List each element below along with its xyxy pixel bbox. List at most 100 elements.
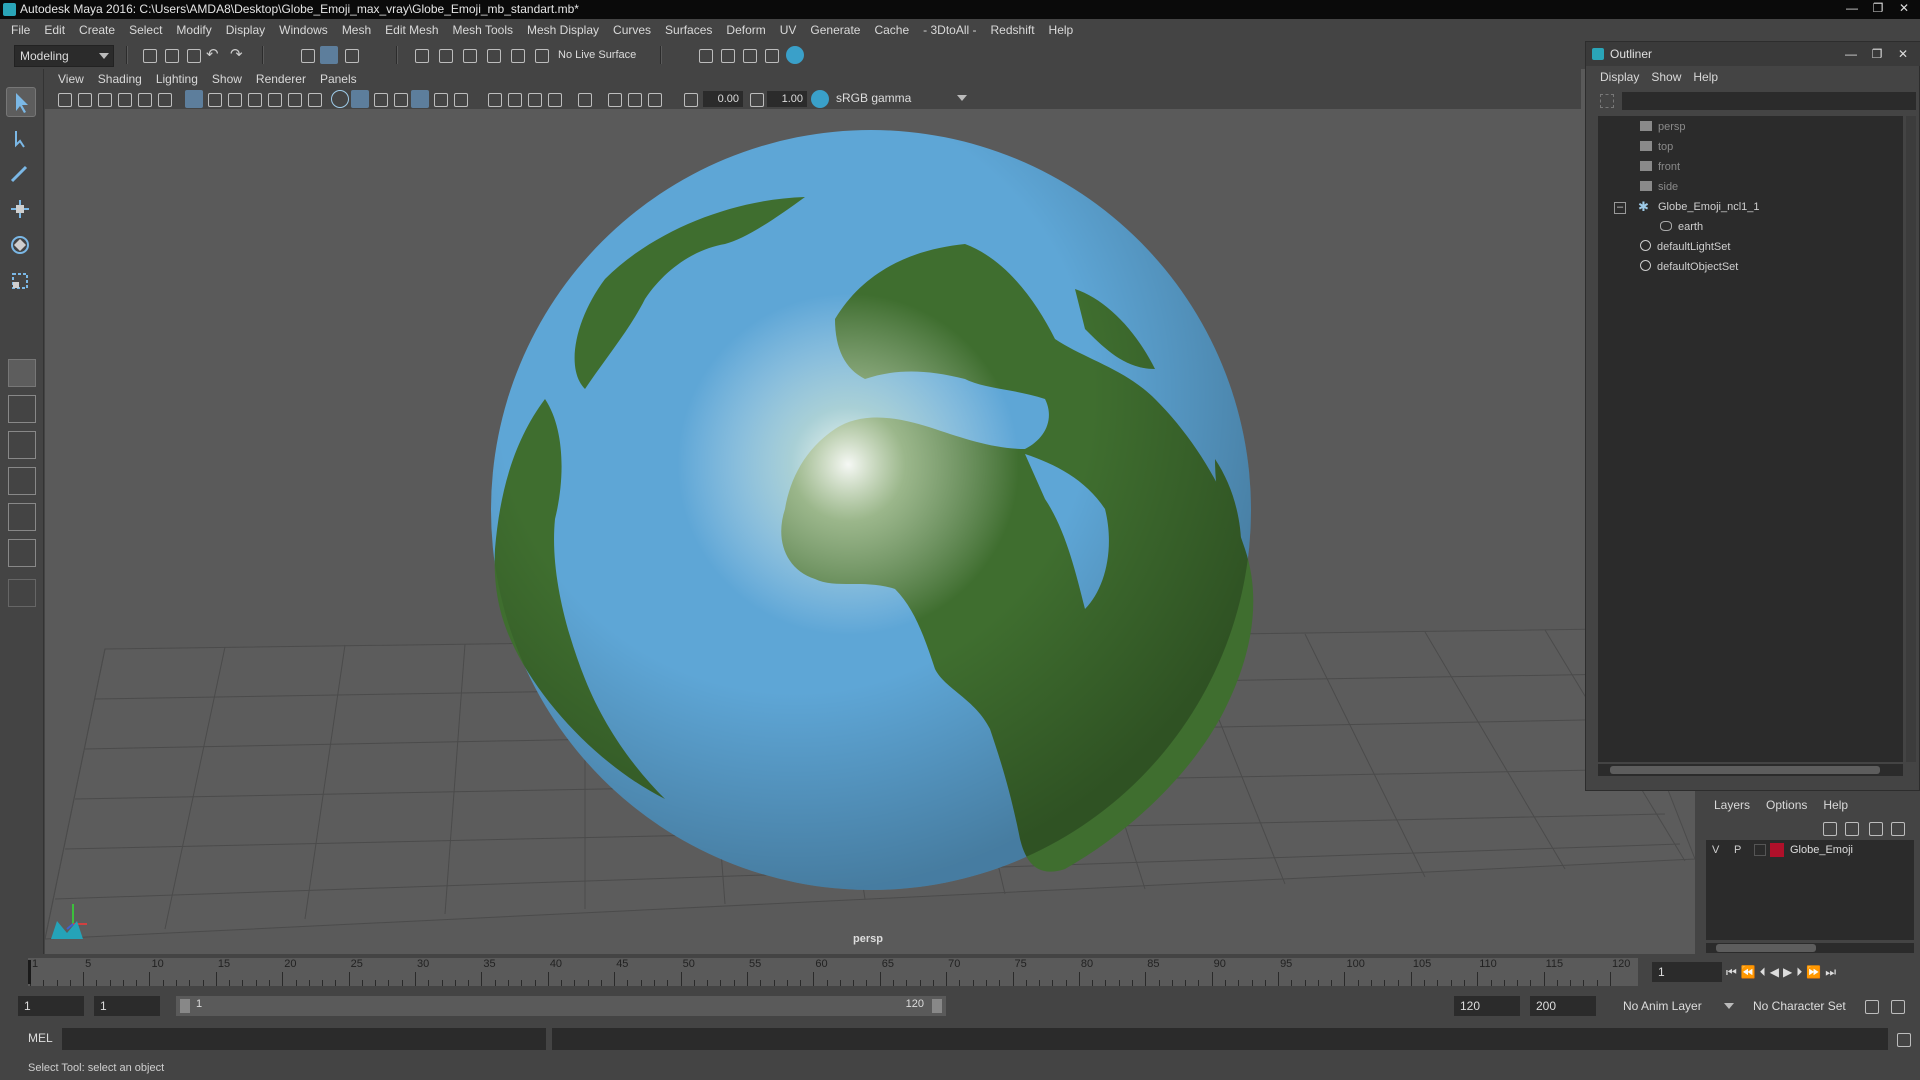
shadows-icon[interactable] — [451, 90, 469, 108]
outliner-item-group[interactable]: – ✱ Globe_Emoji_ncl1_1 — [1614, 198, 1760, 216]
wireframe-icon[interactable] — [331, 90, 349, 108]
camera-attributes-icon[interactable] — [75, 90, 93, 108]
menu-deform[interactable]: Deform — [719, 19, 772, 41]
xray-components-icon[interactable] — [645, 90, 663, 108]
film-gate-icon[interactable] — [205, 90, 223, 108]
undo-icon[interactable]: ↶ — [206, 46, 224, 64]
menu-redshift[interactable]: Redshift — [984, 19, 1042, 41]
outliner-item-top[interactable]: top — [1640, 138, 1673, 156]
outliner-item-defaultlightset[interactable]: defaultLightSet — [1640, 238, 1730, 256]
panel-menu-view[interactable]: View — [51, 72, 91, 86]
current-frame-field[interactable]: 1 — [1652, 962, 1722, 982]
screen-space-ao-icon[interactable] — [485, 90, 503, 108]
ipr-render-icon[interactable] — [740, 46, 758, 64]
menu-select[interactable]: Select — [122, 19, 169, 41]
snap-curve-icon[interactable] — [436, 46, 454, 64]
layer-row[interactable]: V P Globe_Emoji — [1706, 840, 1914, 860]
resolution-gate-icon[interactable] — [225, 90, 243, 108]
exposure-icon[interactable] — [681, 90, 699, 108]
paint-select-icon[interactable] — [6, 159, 36, 189]
grease-pencil-icon[interactable] — [155, 90, 173, 108]
new-empty-layer-icon[interactable] — [1866, 819, 1884, 837]
step-back-frame-icon[interactable]: ⏴ — [1760, 965, 1766, 980]
outliner-item-side[interactable]: side — [1640, 178, 1678, 196]
viewport-persp[interactable] — [44, 69, 1696, 954]
custom-layout-icon[interactable] — [8, 579, 36, 607]
menu-cache[interactable]: Cache — [867, 19, 916, 41]
animation-start-field[interactable]: 1 — [18, 996, 84, 1016]
menu-mesh-tools[interactable]: Mesh Tools — [446, 19, 520, 41]
layers-scroll-thumb[interactable] — [1716, 944, 1816, 952]
outliner-menu-display[interactable]: Display — [1594, 70, 1645, 88]
outliner-item-defaultobjectset[interactable]: defaultObjectSet — [1640, 258, 1738, 276]
panel-menu-show[interactable]: Show — [205, 72, 249, 86]
menu-uv[interactable]: UV — [773, 19, 804, 41]
select-hierarchy-icon[interactable] — [298, 46, 316, 64]
range-start-handle[interactable] — [180, 999, 190, 1013]
outliner-menu-show[interactable]: Show — [1645, 70, 1687, 88]
panel-menu-shading[interactable]: Shading — [91, 72, 149, 86]
step-back-key-icon[interactable]: ⏪ — [1741, 965, 1756, 979]
playback-end-field[interactable]: 120 — [1454, 996, 1520, 1016]
open-scene-icon[interactable] — [162, 46, 180, 64]
layer-visibility-toggle[interactable]: V — [1712, 840, 1719, 860]
anti-aliasing-icon[interactable] — [525, 90, 543, 108]
panel-menu-panels[interactable]: Panels — [313, 72, 364, 86]
grid-toggle-icon[interactable] — [185, 90, 203, 108]
layers-menu-layers[interactable]: Layers — [1706, 795, 1758, 815]
outliner-item-persp[interactable]: persp — [1640, 118, 1686, 136]
play-back-icon[interactable]: ◀ — [1770, 965, 1779, 979]
move-layer-up-icon[interactable] — [1820, 819, 1838, 837]
animation-end-field[interactable]: 200 — [1530, 996, 1596, 1016]
rotate-tool-icon[interactable] — [6, 231, 36, 261]
current-time-indicator[interactable] — [28, 960, 31, 984]
menu-modify[interactable]: Modify — [169, 19, 218, 41]
safe-action-icon[interactable] — [285, 90, 303, 108]
outliner-maximize-button[interactable]: ❐ — [1865, 46, 1889, 62]
script-editor-icon[interactable] — [1894, 1030, 1912, 1048]
make-live-icon[interactable] — [508, 46, 526, 64]
field-chart-icon[interactable] — [265, 90, 283, 108]
layers-menu-options[interactable]: Options — [1758, 795, 1815, 815]
outliner-scroll-thumb[interactable] — [1610, 766, 1880, 774]
render-current-frame-icon[interactable] — [718, 46, 736, 64]
range-slider[interactable]: 1 120 — [176, 996, 946, 1016]
layers-menu-help[interactable]: Help — [1815, 795, 1856, 815]
move-layer-down-icon[interactable] — [1842, 819, 1860, 837]
gamma-icon[interactable] — [747, 90, 765, 108]
four-view-layout-icon[interactable] — [8, 395, 36, 423]
range-end-handle[interactable] — [932, 999, 942, 1013]
outliner-item-front[interactable]: front — [1640, 158, 1680, 176]
scale-tool-icon[interactable] — [6, 267, 36, 297]
redo-icon[interactable]: ↷ — [230, 46, 248, 64]
time-slider[interactable]: 1 5 10 15 20 25 30 35 40 45 50 55 60 65 70 75 80 85 90 95 10… — [28, 958, 1638, 986]
gate-mask-icon[interactable] — [245, 90, 263, 108]
go-to-end-icon[interactable]: ⏭ — [1825, 965, 1836, 980]
layer-color-swatch[interactable] — [1770, 843, 1784, 857]
step-forward-key-icon[interactable]: ⏩ — [1806, 965, 1821, 979]
safe-title-icon[interactable] — [305, 90, 323, 108]
persp-outliner-layout-icon[interactable] — [8, 431, 36, 459]
lasso-tool-icon[interactable] — [6, 123, 36, 153]
two-d-pan-icon[interactable] — [135, 90, 153, 108]
menu-file[interactable]: File — [4, 19, 37, 41]
minimize-button[interactable]: — — [1840, 0, 1864, 16]
gamma-field[interactable]: 1.00 — [767, 91, 807, 107]
render-settings-icon[interactable] — [762, 46, 780, 64]
menuset-dropdown[interactable]: Modeling — [14, 45, 114, 67]
live-surface-field[interactable]: No Live Surface — [552, 45, 652, 65]
snap-to-pivot-icon[interactable] — [532, 46, 550, 64]
camera-select-icon[interactable] — [55, 90, 73, 108]
close-button[interactable]: ✕ — [1892, 0, 1916, 16]
outliner-horizontal-scrollbar[interactable] — [1598, 764, 1903, 776]
menu-edit-mesh[interactable]: Edit Mesh — [378, 19, 445, 41]
collapse-icon[interactable]: – — [1614, 202, 1626, 214]
exposure-field[interactable]: 0.00 — [703, 91, 743, 107]
anim-layer-dropdown[interactable]: No Anim Layer — [1618, 996, 1738, 1016]
menu-generate[interactable]: Generate — [803, 19, 867, 41]
select-object-icon[interactable] — [320, 46, 338, 64]
snap-point-icon[interactable] — [460, 46, 478, 64]
menu-help[interactable]: Help — [1042, 19, 1081, 41]
animation-preferences-icon[interactable] — [1888, 997, 1906, 1015]
select-tool-icon[interactable] — [6, 87, 36, 117]
